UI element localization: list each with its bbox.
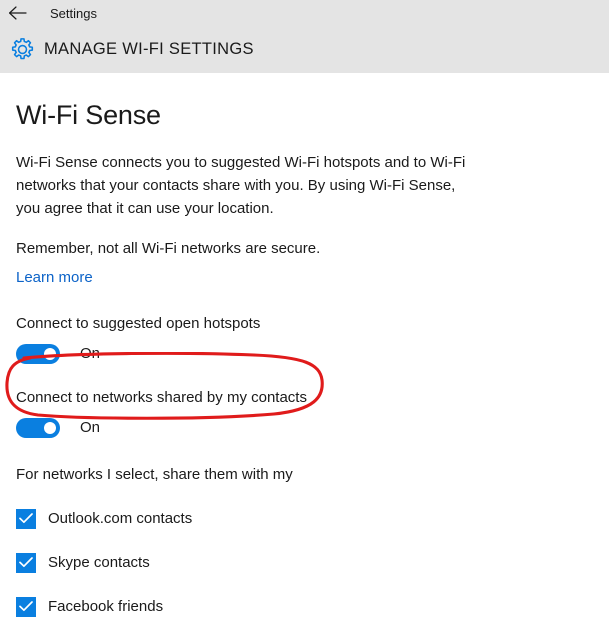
checkbox-skype-contacts[interactable]: Skype contacts — [16, 552, 593, 573]
toggle-shared-networks-state: On — [80, 418, 101, 436]
sharing-intro: For networks I select, share them with m… — [16, 465, 293, 483]
page-header-title: MANAGE WI-FI SETTINGS — [44, 40, 254, 59]
titlebar: Settings — [0, 0, 609, 26]
toggle-open-hotspots-state: On — [80, 344, 101, 362]
toggle-open-hotspots[interactable] — [16, 343, 60, 364]
toggle-shared-networks[interactable] — [16, 417, 60, 438]
intro-paragraph: Wi-Fi Sense connects you to suggested Wi… — [16, 153, 466, 217]
learn-more-link[interactable]: Learn more — [16, 268, 93, 288]
checkbox-outlook-contacts[interactable]: Outlook.com contacts — [16, 508, 593, 529]
setting-shared-networks-row: On — [16, 417, 593, 438]
checkbox-checked-icon — [16, 552, 36, 573]
settings-content: Wi-Fi Sense Wi-Fi Sense connects you to … — [0, 73, 609, 617]
checkbox-label: Facebook friends — [48, 597, 164, 615]
setting-shared-networks: Connect to networks shared by my contact… — [16, 364, 593, 438]
page-title: Wi-Fi Sense — [16, 100, 161, 130]
back-arrow-icon — [8, 6, 27, 20]
setting-open-hotspots-label: Connect to suggested open hotspots — [16, 314, 261, 332]
gear-icon — [0, 26, 44, 73]
page-header: MANAGE WI-FI SETTINGS — [0, 26, 609, 73]
checkbox-checked-icon — [16, 508, 36, 529]
toggle-knob — [44, 421, 56, 434]
toggle-knob — [44, 347, 56, 360]
back-button[interactable] — [0, 0, 34, 26]
setting-open-hotspots: Connect to suggested open hotspots On — [16, 288, 593, 364]
setting-open-hotspots-row: On — [16, 343, 593, 364]
checkbox-label: Outlook.com contacts — [48, 509, 193, 527]
window-chrome: Settings MANAGE WI-FI SETTINGS — [0, 0, 609, 73]
security-note: Remember, not all Wi-Fi networks are sec… — [16, 239, 321, 257]
checkbox-label: Skype contacts — [48, 553, 150, 571]
checkbox-checked-icon — [16, 596, 36, 617]
setting-shared-networks-label: Connect to networks shared by my contact… — [16, 388, 307, 406]
window-title: Settings — [50, 5, 97, 21]
checkbox-facebook-friends[interactable]: Facebook friends — [16, 596, 593, 617]
